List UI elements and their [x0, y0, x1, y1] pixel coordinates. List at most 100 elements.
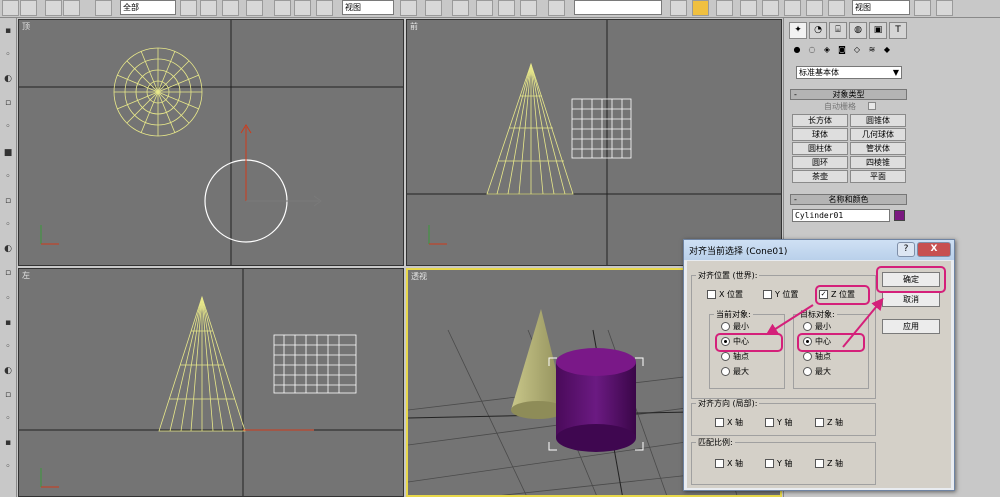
modify-tab-icon[interactable]: ◔ — [809, 22, 827, 39]
utilities-tab-icon[interactable]: T — [889, 22, 907, 39]
snap-toggle-icon[interactable] — [452, 0, 469, 16]
systems-icon[interactable]: ◆ — [881, 44, 893, 56]
tool-icon[interactable]: ◦ — [2, 122, 14, 133]
geometry-icon[interactable]: ● — [791, 44, 803, 56]
angle-snap-icon[interactable] — [476, 0, 493, 16]
tool-icon[interactable]: ▫ — [2, 98, 14, 109]
name-color-title: 名称和颜色 — [828, 195, 869, 204]
tool-icon[interactable]: ◦ — [2, 294, 14, 305]
viewport-top-canvas — [19, 20, 403, 265]
geosphere-button[interactable]: 几何球体 — [850, 128, 906, 141]
space-warps-icon[interactable]: ≋ — [866, 44, 878, 56]
select-manipulate-icon[interactable] — [425, 0, 442, 16]
cylinder-front-wireframe — [571, 98, 632, 159]
render-setup-icon[interactable] — [806, 0, 823, 16]
lights-icon[interactable]: ◈ — [821, 44, 833, 56]
bind-space-warp-icon[interactable] — [95, 0, 112, 16]
create-tab-icon[interactable]: ✦ — [789, 22, 807, 39]
left-tool-strip: ▪ ◦ ◐ ▫ ◦ ■ ◦ ▫ ◦ ◐ ▫ ◦ ▪ ◦ ◐ ▫ ◦ ▪ ◦ — [0, 18, 17, 497]
mirror-icon[interactable] — [670, 0, 687, 16]
layer-manager-icon[interactable] — [716, 0, 733, 16]
tool-icon[interactable]: ▪ — [2, 438, 14, 449]
window-crossing-icon[interactable] — [246, 0, 263, 16]
motion-tab-icon[interactable]: ◍ — [849, 22, 867, 39]
arrow-to-ok-button — [842, 297, 884, 348]
viewport-left[interactable]: 左 — [18, 268, 404, 497]
viewport-front[interactable]: 前 — [406, 19, 782, 266]
rendered-frame-icon[interactable] — [828, 0, 845, 16]
teapot-button[interactable]: 茶壶 — [792, 170, 848, 183]
select-move-icon[interactable] — [274, 0, 291, 16]
tool-icon[interactable]: ▪ — [2, 26, 14, 37]
tool-icon[interactable]: ◦ — [2, 414, 14, 425]
tool-icon[interactable]: ▫ — [2, 268, 14, 279]
tool-icon[interactable]: ■ — [2, 148, 14, 159]
autogrid-label: 自动栅格 — [824, 102, 856, 111]
schematic-view-icon[interactable] — [762, 0, 779, 16]
chevron-down-icon: ▼ — [892, 68, 899, 77]
name-color-rollout-header[interactable]: - 名称和颜色 — [790, 194, 907, 205]
cone-left-wireframe — [158, 295, 246, 432]
curve-editor-icon[interactable] — [740, 0, 757, 16]
spinner-snap-icon[interactable] — [520, 0, 537, 16]
material-editor-icon[interactable] — [784, 0, 801, 16]
object-color-swatch[interactable] — [894, 210, 905, 221]
pivot-center-icon[interactable] — [400, 0, 417, 16]
edit-named-selection-icon[interactable] — [548, 0, 565, 16]
select-scale-icon[interactable] — [316, 0, 333, 16]
main-toolbar: 全部 视图 视图 — [0, 0, 1000, 18]
undo-icon[interactable] — [2, 0, 19, 16]
redo-icon[interactable] — [20, 0, 37, 16]
percent-snap-icon[interactable] — [498, 0, 515, 16]
hierarchy-tab-icon[interactable]: ⌸ — [829, 22, 847, 39]
pyramid-button[interactable]: 四棱锥 — [850, 156, 906, 169]
viewport-left-canvas — [19, 269, 403, 496]
viewport-top[interactable]: 顶 — [18, 19, 404, 266]
cylinder-perspective — [556, 348, 636, 452]
render-production-icon[interactable] — [936, 0, 953, 16]
quick-render-icon[interactable] — [914, 0, 931, 16]
tool-icon[interactable]: ▫ — [2, 196, 14, 207]
tool-icon[interactable]: ◦ — [2, 172, 14, 183]
autogrid-checkbox[interactable] — [868, 102, 876, 110]
named-selection-set-dropdown[interactable] — [574, 0, 662, 15]
category-dropdown[interactable]: 标准基本体 ▼ — [796, 66, 902, 79]
cameras-icon[interactable]: ◙ — [836, 44, 848, 56]
select-object-icon[interactable] — [180, 0, 197, 16]
select-link-icon[interactable] — [45, 0, 62, 16]
select-by-name-icon[interactable] — [200, 0, 217, 16]
unlink-icon[interactable] — [63, 0, 80, 16]
annotation-arrows — [765, 297, 884, 348]
tube-button[interactable]: 管状体 — [850, 142, 906, 155]
tool-icon[interactable]: ◦ — [2, 50, 14, 61]
arrow-to-current-center — [765, 304, 814, 336]
helpers-icon[interactable]: ◇ — [851, 44, 863, 56]
cylinder-button[interactable]: 圆柱体 — [792, 142, 848, 155]
box-button[interactable]: 长方体 — [792, 114, 848, 127]
select-rotate-icon[interactable] — [294, 0, 311, 16]
object-name-input[interactable]: Cylinder01 — [792, 209, 890, 222]
torus-button[interactable]: 圆环 — [792, 156, 848, 169]
object-type-title: 对象类型 — [832, 90, 865, 99]
tool-icon[interactable]: ◦ — [2, 342, 14, 353]
shapes-icon[interactable]: ◌ — [806, 44, 818, 56]
align-icon[interactable] — [692, 0, 709, 16]
tool-icon[interactable]: ▫ — [2, 390, 14, 401]
tool-icon[interactable]: ◐ — [2, 74, 14, 85]
object-type-rollout-header[interactable]: - 对象类型 — [790, 89, 907, 100]
rect-selection-icon[interactable] — [222, 0, 239, 16]
tool-icon[interactable]: ◦ — [2, 220, 14, 231]
cone-button[interactable]: 圆锥体 — [850, 114, 906, 127]
tool-icon[interactable]: ◐ — [2, 244, 14, 255]
tool-icon[interactable]: ◦ — [2, 462, 14, 473]
selection-filter-dropdown[interactable]: 全部 — [120, 0, 176, 15]
sphere-button[interactable]: 球体 — [792, 128, 848, 141]
tool-icon[interactable]: ◐ — [2, 366, 14, 377]
cylinder-left-wireframe — [273, 334, 357, 394]
display-tab-icon[interactable]: ▣ — [869, 22, 887, 39]
tool-icon[interactable]: ▪ — [2, 318, 14, 329]
category-dropdown-value: 标准基本体 — [799, 68, 839, 77]
reference-coordinate-dropdown[interactable]: 视图 — [342, 0, 394, 15]
plane-button[interactable]: 平面 — [850, 170, 906, 183]
render-view-dropdown[interactable]: 视图 — [852, 0, 910, 15]
